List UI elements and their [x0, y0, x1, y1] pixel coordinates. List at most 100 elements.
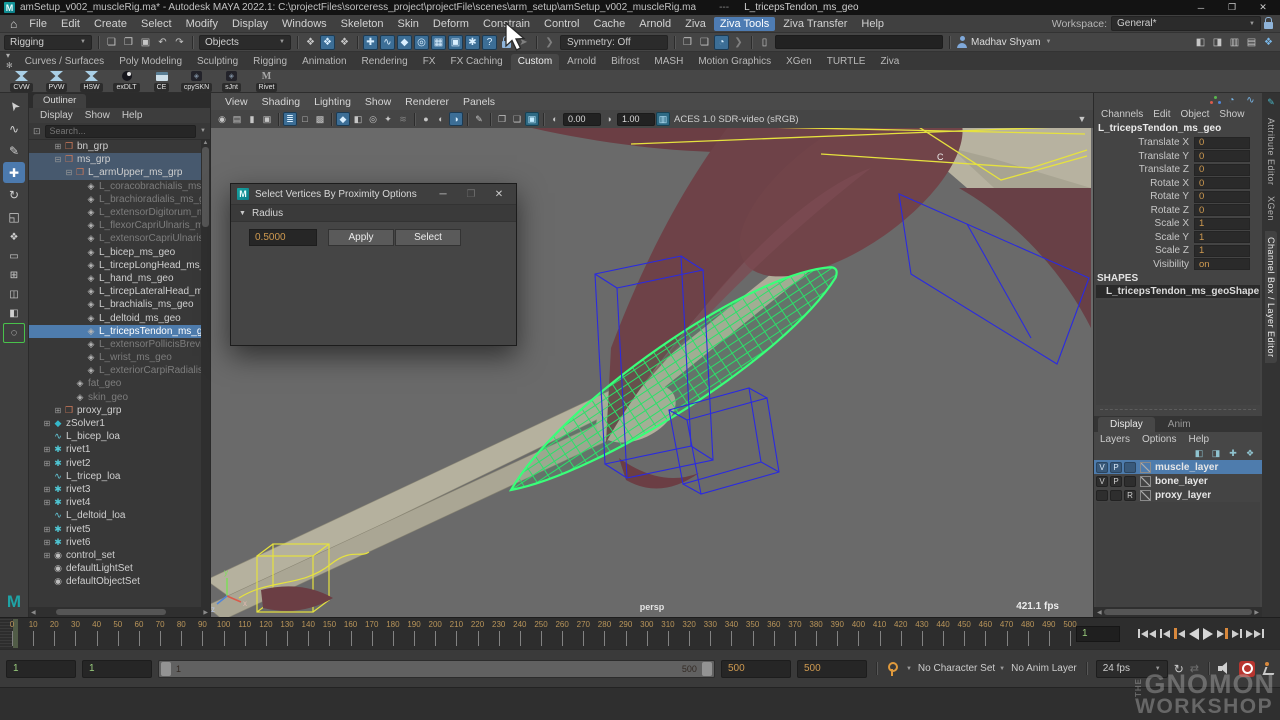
- outliner-hscrollbar[interactable]: ◀▶: [29, 607, 210, 617]
- outliner-item-fat-geo[interactable]: ◈fat_geo: [29, 377, 201, 390]
- layer-v-toggle[interactable]: V: [1096, 476, 1108, 487]
- layer-menu-layers[interactable]: Layers: [1094, 434, 1136, 445]
- channel-value[interactable]: 1: [1194, 218, 1250, 230]
- workspace-select[interactable]: General* ▼: [1111, 16, 1261, 31]
- split-pane-layout-button[interactable]: ◫: [3, 285, 25, 303]
- chevron-down-icon[interactable]: ▼: [906, 666, 912, 672]
- make-live-icon[interactable]: ▣: [448, 35, 463, 50]
- channel-box-menu-show[interactable]: Show: [1214, 109, 1249, 120]
- shelf-tab-animation[interactable]: Animation: [295, 54, 353, 70]
- layer-color-swatch[interactable]: [1140, 476, 1151, 487]
- playback-end-field[interactable]: 500: [721, 660, 791, 678]
- outliner-item-l-tirceplateralhead-ms-g[interactable]: ◈L_tircepLateralHead_ms_g: [29, 285, 201, 298]
- toggle-layer-editor-icon[interactable]: ▤: [1244, 35, 1259, 50]
- channel-value[interactable]: 0: [1194, 164, 1250, 176]
- home-icon[interactable]: ⌂: [4, 17, 23, 31]
- move-tool-button[interactable]: ✚: [3, 162, 25, 183]
- menu-help[interactable]: Help: [855, 17, 890, 31]
- outliner-item-l-exteriorcarpiradialislo[interactable]: ◈L_exteriorCarpiRadialisLo: [29, 364, 201, 377]
- step-back-frame-button[interactable]: [1160, 626, 1170, 642]
- last-tool-button[interactable]: ❖: [3, 228, 25, 246]
- open-editor-left-icon[interactable]: ❐: [680, 35, 695, 50]
- single-pane-layout-button[interactable]: ▭: [3, 247, 25, 265]
- animation-end-field[interactable]: 500: [797, 660, 867, 678]
- viewport-menu-renderer[interactable]: Renderer: [399, 96, 455, 108]
- fog-icon[interactable]: ≋: [396, 112, 410, 126]
- play-backwards-button[interactable]: [1189, 626, 1199, 642]
- outliner-item-l-extensorcapriulnaris-m[interactable]: ◈L_extensorCapriUlnaris_m: [29, 232, 201, 245]
- playback-start-field[interactable]: 1: [82, 660, 152, 678]
- menu-create[interactable]: Create: [88, 17, 133, 31]
- snap-to-points-icon[interactable]: ◆: [397, 35, 412, 50]
- character-set-select[interactable]: No Character Set▼: [918, 663, 1005, 674]
- outliner-item-control-set[interactable]: ⊞◉control_set: [29, 549, 201, 562]
- shelf-tab-ziva[interactable]: Ziva: [873, 54, 906, 70]
- apply-button[interactable]: Apply: [328, 229, 394, 246]
- layer-move-up-icon[interactable]: ◧: [1193, 447, 1205, 459]
- textured-icon[interactable]: ▩: [313, 112, 327, 126]
- loop-playback-icon[interactable]: ↻: [1174, 662, 1184, 676]
- layer-r-toggle[interactable]: R: [1124, 490, 1136, 501]
- playback-options-icon[interactable]: ◔: [714, 35, 729, 50]
- menu-control[interactable]: Control: [538, 17, 585, 31]
- select-tool-button[interactable]: ➤: [0, 91, 29, 121]
- layer-r-toggle[interactable]: [1124, 476, 1136, 487]
- shelf-item-ce[interactable]: CE: [146, 71, 177, 92]
- isolate-select-icon[interactable]: ●: [419, 112, 433, 126]
- shelf-tab-mash[interactable]: MASH: [647, 54, 690, 70]
- range-start-handle[interactable]: [161, 662, 171, 676]
- bookmark-icon[interactable]: ▮: [245, 112, 259, 126]
- view-transform-icon[interactable]: ▥: [656, 112, 670, 126]
- shape-node-name[interactable]: L_tricepsTendon_ms_geoShape: [1096, 285, 1260, 298]
- signed-in-user[interactable]: Madhav Shyam: [971, 37, 1040, 48]
- channel-value[interactable]: on: [1194, 258, 1250, 270]
- colorspace-select[interactable]: ACES 1.0 SDR-video (sRGB): [671, 114, 802, 125]
- select-button[interactable]: Select: [395, 229, 461, 246]
- highlight-selection-icon[interactable]: ➤: [516, 35, 531, 50]
- layer-menu-help[interactable]: Help: [1182, 434, 1215, 445]
- ping-pong-icon[interactable]: ⇄: [1190, 662, 1199, 675]
- shelf-tab-turtle[interactable]: TURTLE: [820, 54, 873, 70]
- time-slider-ticks[interactable]: 0102030405060708090100110120130140150160…: [12, 619, 1070, 648]
- radius-section-header[interactable]: ▼ Radius: [231, 205, 516, 222]
- outliner-item-l-wrist-ms-geo[interactable]: ◈L_wrist_ms_geo: [29, 351, 201, 364]
- shelf-tab-rigging[interactable]: Rigging: [246, 54, 294, 70]
- search-input[interactable]: [45, 125, 197, 138]
- layer-row-proxy-layer[interactable]: Rproxy_layer: [1094, 488, 1262, 502]
- outliner-item-defaultobjectset[interactable]: ◉defaultObjectSet: [29, 575, 201, 588]
- layer-color-swatch[interactable]: [1140, 462, 1151, 473]
- shelf-item-cvw[interactable]: CVW: [6, 71, 37, 92]
- grease-pencil-icon[interactable]: ✎: [472, 112, 486, 126]
- expand-toggle-icon[interactable]: ⊞: [42, 498, 52, 507]
- go-to-end-button[interactable]: [1246, 626, 1264, 642]
- outliner-item-rivet5[interactable]: ⊞✱rivet5: [29, 522, 201, 535]
- dialog-minimize-button[interactable]: ─: [432, 189, 454, 200]
- expand-toggle-icon[interactable]: ⊞: [53, 142, 63, 151]
- outliner-item-l-hand-ms-geo[interactable]: ◈L_hand_ms_geo: [29, 272, 201, 285]
- layer-p-toggle[interactable]: P: [1110, 476, 1122, 487]
- outliner-menu-help[interactable]: Help: [117, 110, 148, 121]
- outliner-item-l-tricepstendon-ms-geo[interactable]: ◈L_tricepsTendon_ms_geo: [29, 325, 201, 338]
- shelf-item-pvw[interactable]: PVW: [41, 71, 72, 92]
- xray-icon[interactable]: ◐: [434, 112, 448, 126]
- outliner-item-defaultlightset[interactable]: ◉defaultLightSet: [29, 562, 201, 575]
- shelf-tab-sculpting[interactable]: Sculpting: [190, 54, 245, 70]
- menu-file[interactable]: File: [23, 17, 53, 31]
- lighting-icon[interactable]: ◆: [336, 112, 350, 126]
- channel-value[interactable]: 0: [1194, 204, 1250, 216]
- viewport-menu-panels[interactable]: Panels: [457, 96, 501, 108]
- shelf-controls[interactable]: ▾ ✻: [2, 51, 17, 70]
- open-editor-right-icon[interactable]: ❑: [697, 35, 712, 50]
- channel-value[interactable]: 0: [1194, 150, 1250, 162]
- select-object-icon[interactable]: ❖: [320, 35, 335, 50]
- layer-tab-anim[interactable]: Anim: [1156, 417, 1203, 432]
- go-to-start-button[interactable]: [1138, 626, 1156, 642]
- outliner-item-l-armupper-ms-grp[interactable]: ⊟❒L_armUpper_ms_grp: [29, 166, 201, 179]
- construction-history-icon[interactable]: ✱: [465, 35, 480, 50]
- shelf-tab-bifrost[interactable]: Bifrost: [604, 54, 646, 70]
- snap-to-view-planes-icon[interactable]: ▦: [431, 35, 446, 50]
- channel-box-menu-object[interactable]: Object: [1176, 109, 1215, 120]
- layer-p-toggle[interactable]: P: [1110, 462, 1122, 473]
- keyframe-triad-icon[interactable]: [1210, 96, 1220, 104]
- select-component-icon[interactable]: ❖: [337, 35, 352, 50]
